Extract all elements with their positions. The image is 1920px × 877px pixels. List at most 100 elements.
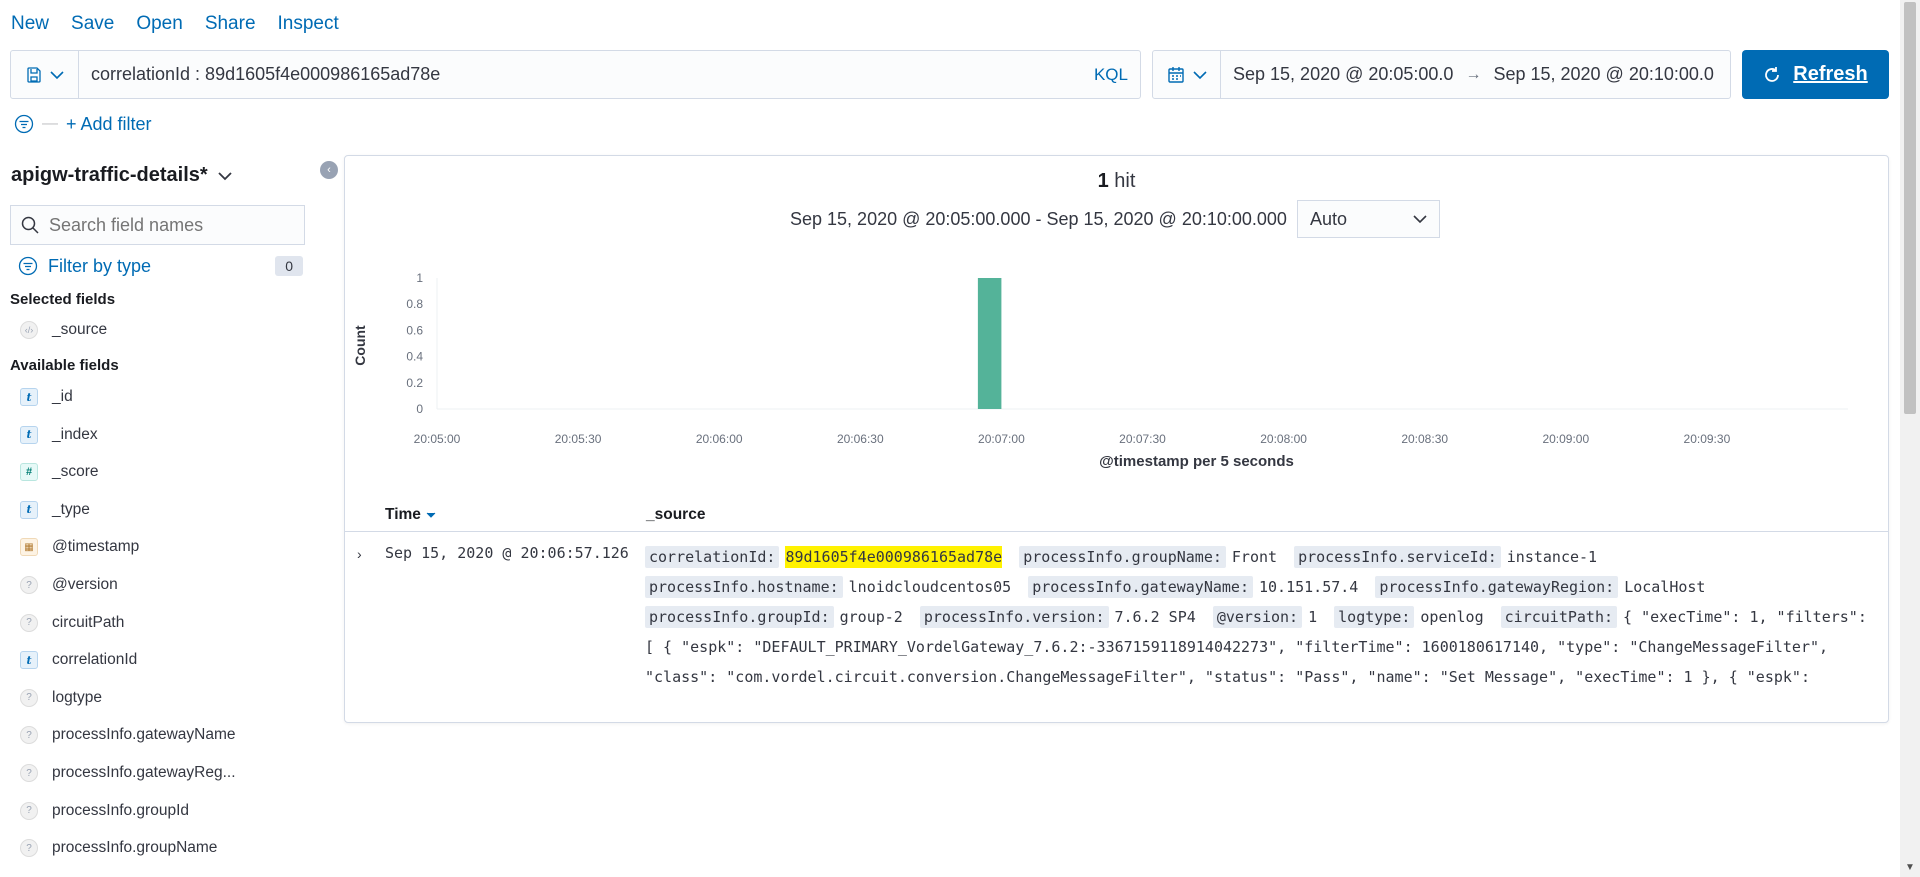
expand-row-icon[interactable]: › (357, 546, 362, 562)
unknown-type-icon: ? (20, 688, 38, 707)
query-bar: KQL (10, 50, 1141, 99)
open-link[interactable]: Open (136, 13, 182, 35)
field-name: _type (52, 500, 90, 518)
source-field-value: group-2 (839, 608, 903, 626)
y-tick-label: 0.2 (406, 376, 423, 390)
histogram-bar (977, 278, 1002, 409)
refresh-button[interactable]: Refresh (1742, 50, 1889, 99)
refresh-label: Refresh (1793, 63, 1868, 85)
source-field-value: 1 (1308, 608, 1318, 626)
index-pattern-selector[interactable]: apigw-traffic-details* (11, 164, 232, 187)
source-field-value: Front (1231, 548, 1278, 566)
field-item[interactable]: t _type (20, 498, 90, 522)
chevron-down-icon (49, 70, 64, 79)
source-field-key: processInfo.groupName: (1019, 546, 1226, 568)
field-name: _score (52, 463, 99, 481)
string-type-icon: t (20, 651, 38, 670)
filter-by-type-label: Filter by type (48, 255, 152, 276)
chevron-down-icon (1192, 70, 1207, 79)
field-item[interactable]: ? processInfo.groupName (20, 836, 217, 860)
field-name: processInfo.gatewayName (52, 726, 236, 744)
start-date[interactable]: Sep 15, 2020 @ 20:05:00.0 (1221, 64, 1465, 85)
interval-select[interactable]: Auto (1296, 200, 1440, 238)
source-field-key: processInfo.version: (919, 606, 1109, 628)
source-field-key: @version: (1212, 606, 1303, 628)
source-field-key: processInfo.serviceId: (1294, 546, 1501, 568)
field-item[interactable]: # _score (20, 460, 99, 484)
histogram: 0 0.2 0.4 0.6 0.8 1 20:05:00 20:05:30 20:06:00 20… (345, 246, 1890, 491)
source-field-value: 7.6.2 SP4 (1114, 608, 1196, 626)
field-search-input[interactable] (49, 214, 289, 236)
time-column-header[interactable]: Time (385, 506, 437, 524)
y-tick-label: 0.4 (406, 350, 423, 364)
save-link[interactable]: Save (71, 13, 114, 35)
sort-down-icon (426, 512, 436, 518)
hits-count: 1 (1097, 170, 1109, 192)
source-field-key: circuitPath: (1500, 606, 1618, 628)
x-axis-title: @timestamp per 5 seconds (1099, 453, 1294, 470)
unknown-type-icon: ? (20, 726, 38, 745)
filter-by-type[interactable]: Filter by type 0 (18, 253, 303, 279)
unknown-type-icon: ? (20, 576, 38, 594)
field-item[interactable]: ‹/› _source (20, 318, 107, 342)
number-type-icon: # (20, 463, 38, 482)
results-panel: 1 hit Sep 15, 2020 @ 20:05:00.000 - Sep … (344, 155, 1889, 723)
unknown-type-icon: ? (20, 613, 38, 632)
date-type-icon: ▦ (20, 538, 38, 557)
field-item[interactable]: ▦ @timestamp (20, 535, 139, 559)
field-item[interactable]: ? processInfo.groupId (20, 799, 189, 823)
range-row: Sep 15, 2020 @ 20:05:00.000 - Sep 15, 20… (790, 200, 1440, 238)
unknown-type-icon: ? (20, 801, 38, 820)
y-tick-label: 0.6 (406, 323, 423, 337)
x-tick-label: 20:09:30 (1684, 432, 1731, 446)
saved-query-button[interactable] (11, 51, 79, 98)
scrollbar-thumb[interactable] (1904, 2, 1916, 414)
filter-menu-icon[interactable] (14, 114, 34, 134)
divider: — (42, 115, 58, 132)
source-field-value: openlog (1420, 608, 1484, 626)
x-tick-label: 20:07:30 (1119, 432, 1166, 446)
source-field-key: processInfo.groupId: (645, 606, 834, 628)
add-filter-button[interactable]: + Add filter (66, 114, 152, 135)
field-item[interactable]: t _id (20, 385, 73, 409)
source-type-icon: ‹/› (20, 321, 38, 339)
source-field-value: 10.151.57.4 (1259, 578, 1359, 596)
share-link[interactable]: Share (205, 13, 256, 35)
end-date[interactable]: Sep 15, 2020 @ 20:10:00.0 (1481, 64, 1725, 85)
histogram-chart: 0 0.2 0.4 0.6 0.8 1 20:05:00 20:05:30 20:06:00 20… (352, 271, 1848, 470)
scroll-down-icon[interactable]: ▼ (1905, 862, 1915, 873)
selected-fields-title: Selected fields (10, 291, 116, 308)
inspect-link[interactable]: Inspect (278, 13, 339, 35)
interval-value: Auto (1309, 208, 1347, 229)
x-tick-label: 20:08:30 (1401, 432, 1448, 446)
scrollbar[interactable]: ▼ (1900, 0, 1920, 877)
time-range-text: Sep 15, 2020 @ 20:05:00.000 - Sep 15, 20… (790, 208, 1287, 229)
collapse-sidebar-icon[interactable]: ‹ (320, 161, 338, 179)
search-icon (21, 216, 39, 234)
y-tick-label: 1 (416, 271, 423, 285)
field-name: @timestamp (52, 538, 140, 556)
field-item[interactable]: ? processInfo.gatewayReg... (20, 761, 236, 785)
field-name: correlationId (52, 651, 138, 669)
query-input[interactable] (79, 51, 1094, 98)
field-item[interactable]: ? @version (20, 573, 118, 597)
field-item[interactable]: t _index (20, 423, 98, 447)
filter-icon (18, 256, 38, 276)
field-item[interactable]: t correlationId (20, 648, 137, 672)
kql-toggle[interactable]: KQL (1094, 65, 1140, 85)
date-picker: Sep 15, 2020 @ 20:05:00.0 → Sep 15, 2020… (1152, 50, 1731, 99)
field-name: _id (52, 388, 73, 405)
string-type-icon: t (20, 425, 38, 444)
hits-counter: 1 hit (345, 170, 1888, 193)
y-tick-label: 0 (416, 402, 423, 416)
new-link[interactable]: New (11, 13, 49, 35)
field-item[interactable]: ? circuitPath (20, 611, 124, 635)
filter-row: — + Add filter (14, 112, 152, 136)
field-item[interactable]: ? processInfo.gatewayName (20, 723, 236, 747)
quick-menu-button[interactable] (1153, 51, 1221, 98)
chevron-down-icon (218, 171, 232, 180)
field-name: processInfo.groupId (52, 801, 190, 819)
refresh-icon (1765, 66, 1780, 82)
field-item[interactable]: ? logtype (20, 686, 102, 710)
source-field-value: LocalHost (1624, 578, 1706, 596)
